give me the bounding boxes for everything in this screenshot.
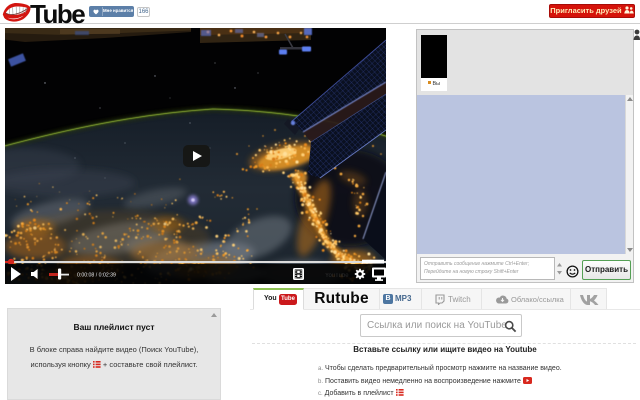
svg-text:YouTube: YouTube — [325, 273, 349, 279]
svg-text:0:00:08 / 0:02:39: 0:00:08 / 0:02:39 — [77, 273, 116, 279]
